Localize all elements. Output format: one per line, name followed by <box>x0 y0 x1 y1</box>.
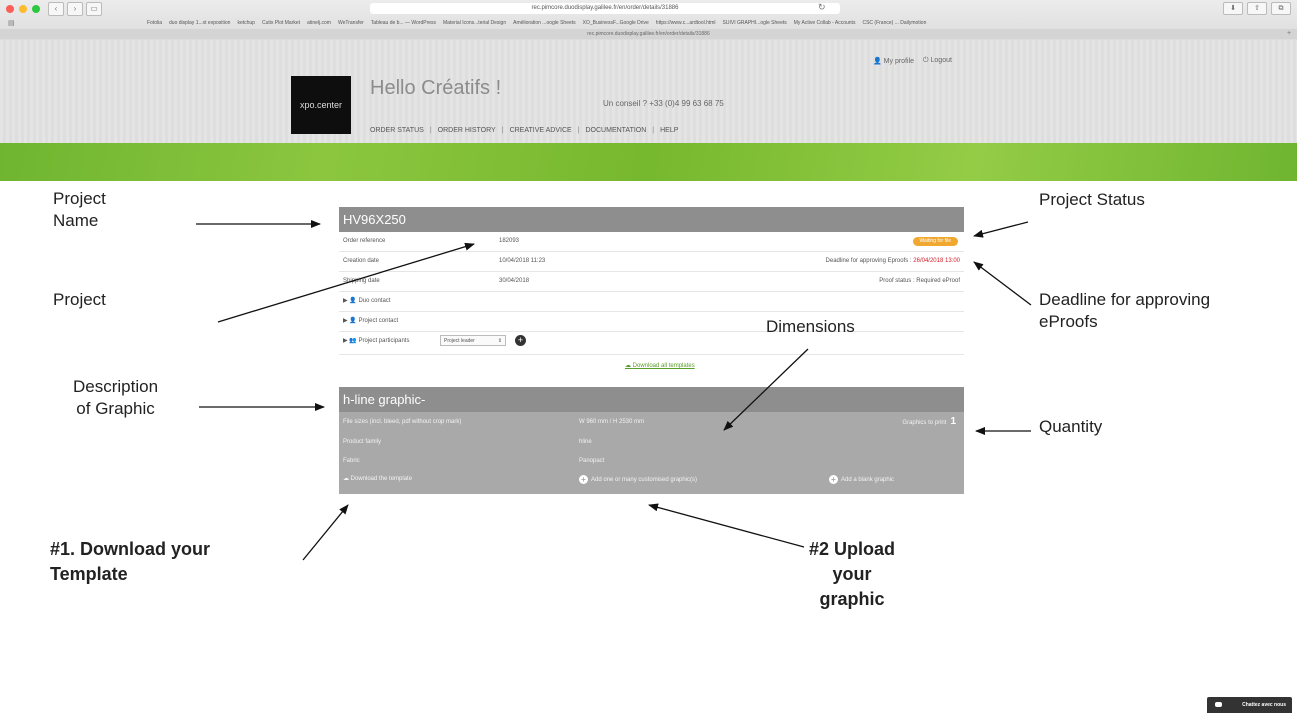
graphic-title: h-line graphic- <box>339 387 964 412</box>
logout-link[interactable]: ⏻ Logout <box>923 57 952 65</box>
users-icon: 👥 <box>349 338 357 344</box>
bookmark-item[interactable]: My Active Collab - Accounts <box>794 17 856 29</box>
plus-icon: + <box>579 475 588 484</box>
main-nav: ORDER STATUS | ORDER HISTORY | CREATIVE AD… <box>370 127 679 134</box>
user-icon: 👤 <box>873 58 882 65</box>
nav-help[interactable]: HELP <box>660 127 678 134</box>
expand-arrow-icon[interactable]: ▶ <box>343 338 348 344</box>
order-reference: 182093 <box>499 238 520 244</box>
window-controls <box>6 5 40 13</box>
power-icon: ⏻ <box>923 57 929 64</box>
bookmark-item[interactable]: duo display 1...xt exposition <box>169 17 230 29</box>
arrow-project-status <box>973 221 1029 238</box>
creation-date: 10/04/2018 11:23 <box>499 258 546 264</box>
duo-contact-row[interactable]: ▶ 👤 Duo contact <box>339 292 964 312</box>
arrow-step1 <box>302 504 349 561</box>
expand-arrow-icon[interactable]: ▶ <box>343 298 348 304</box>
chat-button[interactable]: Chattez avec nous <box>1207 697 1292 713</box>
download-all-templates-link[interactable]: ☁ Download all templates <box>625 355 695 377</box>
arrow-step2 <box>648 503 805 548</box>
annotation-deadline: Deadline for approving eProofs <box>1039 290 1211 331</box>
annotation-quantity: Quantity <box>1039 417 1103 436</box>
logo[interactable]: xpo.center <box>291 76 351 134</box>
browser-toolbar: ‹ › ▭ rec.pimcore.duodisplay.galilee.fr/… <box>0 0 1297 41</box>
creation-date-row: Creation date 10/04/2018 11:23 Deadline … <box>339 252 964 272</box>
cloud-download-icon: ☁ <box>625 363 631 369</box>
bookmark-item[interactable]: ketchup <box>237 17 255 29</box>
project-participants-row: ▶ 👥 Project participants Project leader ⇕… <box>339 332 964 355</box>
new-tab-button[interactable]: + <box>1285 30 1293 38</box>
address-bar[interactable]: rec.pimcore.duodisplay.galilee.fr/en/ord… <box>370 3 840 14</box>
bookmark-item[interactable]: CSC (France) ... Dailymotion <box>862 17 926 29</box>
bookmark-item[interactable]: WeTransfer <box>338 17 364 29</box>
download-template-button[interactable]: ☁ Download the template <box>343 475 412 482</box>
quantity: 1 <box>950 416 956 427</box>
sidebar-toggle-button[interactable]: ▭ <box>86 2 102 16</box>
deadline: Deadline for approving Eproofs : 26/04/2… <box>825 258 960 264</box>
greeting: Hello Créatifs ! <box>370 77 502 99</box>
tab-title[interactable]: rec.pimcore.duodisplay.galilee.fr/en/ord… <box>0 29 1297 39</box>
annotation-project: Project <box>53 290 106 309</box>
nav-order-status[interactable]: ORDER STATUS <box>370 127 424 134</box>
add-custom-graphic-button[interactable]: + Add one or many customised graphic(s) <box>579 475 697 484</box>
bookmark-item[interactable]: Fotolia <box>147 17 162 29</box>
share-button[interactable]: ⇧ <box>1247 2 1267 15</box>
nav-order-history[interactable]: ORDER HISTORY <box>438 127 496 134</box>
site-header: xpo.center Hello Créatifs ! Un conseil ?… <box>0 40 1297 143</box>
annotation-project-status: Project Status <box>1039 190 1145 209</box>
my-profile-link[interactable]: 👤 My profile <box>873 57 914 65</box>
user-icon: 👤 <box>349 298 357 304</box>
order-reference-row: Order reference 182093 Waiting for file <box>339 232 964 252</box>
bookmark-item[interactable]: https://www.c...ardtool.html <box>656 17 716 29</box>
dimensions: W 960 mm / H 2530 mm <box>579 419 645 425</box>
expand-arrow-icon[interactable]: ▶ <box>343 318 348 324</box>
graphic-details: File sizes (incl. bleed, pdf without cro… <box>339 412 964 494</box>
chat-bubble-icon <box>1215 702 1222 707</box>
fabric: Panopact <box>579 458 605 464</box>
close-window-button[interactable] <box>6 5 14 13</box>
project-name: HV96X250 <box>339 207 964 232</box>
advice-phone: Un conseil ? +33 (0)4 99 63 68 75 <box>603 99 724 108</box>
annotation-step2: #2 Upload your graphic <box>809 539 896 609</box>
plus-icon: + <box>829 475 838 484</box>
bookmark-item[interactable]: Amélioration ...oogle Sheets <box>513 17 576 29</box>
annotation-project-name: Project Name <box>53 189 106 230</box>
bookmark-item[interactable]: SUIVI GRAPHI...ogle Sheets <box>723 17 787 29</box>
annotation-description: Description of Graphic <box>73 377 159 418</box>
participant-role-select[interactable]: Project leader ⇕ <box>440 335 506 346</box>
status-badge: Waiting for file <box>912 237 958 246</box>
nav-documentation[interactable]: DOCUMENTATION <box>586 127 647 134</box>
annotation-step1: #1. Download your Template <box>50 539 211 584</box>
add-blank-graphic-button[interactable]: + Add a blank graphic <box>829 475 894 484</box>
graphics-to-print: Graphics to print 1 <box>902 416 956 427</box>
add-participant-button[interactable]: + <box>515 335 526 346</box>
download-all-row: ☁ Download all templates <box>339 355 964 377</box>
forward-button[interactable]: › <box>67 2 83 16</box>
bookmark-item[interactable]: XO_BusinessF...Google Drive <box>583 17 649 29</box>
green-banner <box>0 143 1297 181</box>
shipping-date: 30/04/2018 <box>499 278 530 284</box>
download-button[interactable]: ⬇ <box>1223 2 1243 15</box>
nav-creative-advice[interactable]: CREATIVE ADVICE <box>510 127 572 134</box>
project-contact-row[interactable]: ▶ 👤 Project contact <box>339 312 964 332</box>
user-icon: 👤 <box>349 318 357 324</box>
proof-status: Proof status : Required eProof <box>879 278 960 284</box>
minimize-window-button[interactable] <box>19 5 27 13</box>
tabs-overview-button[interactable]: ⧉ <box>1271 2 1291 15</box>
annotation-dimensions: Dimensions <box>766 317 855 336</box>
product-family: hline <box>579 439 592 445</box>
bookmark-item[interactable]: Tableau de b... — WordPress <box>371 17 436 29</box>
maximize-window-button[interactable] <box>32 5 40 13</box>
arrow-deadline <box>973 261 1032 306</box>
cloud-download-icon: ☁ <box>343 476 349 482</box>
back-button[interactable]: ‹ <box>48 2 64 16</box>
bookmark-item[interactable]: atinelj.com <box>307 17 331 29</box>
shipping-date-row: Shipping date 30/04/2018 Proof status : … <box>339 272 964 292</box>
bookmark-item[interactable]: Material Icons...terial Design <box>443 17 506 29</box>
reload-icon[interactable]: ↻ <box>818 2 826 13</box>
bookmark-item[interactable]: Cutix Plot Market <box>262 17 300 29</box>
project-panel: HV96X250 Order reference 182093 Waiting … <box>339 207 964 494</box>
bookmarks-bar: Fotolia duo display 1...xt exposition ketc… <box>0 17 1297 29</box>
